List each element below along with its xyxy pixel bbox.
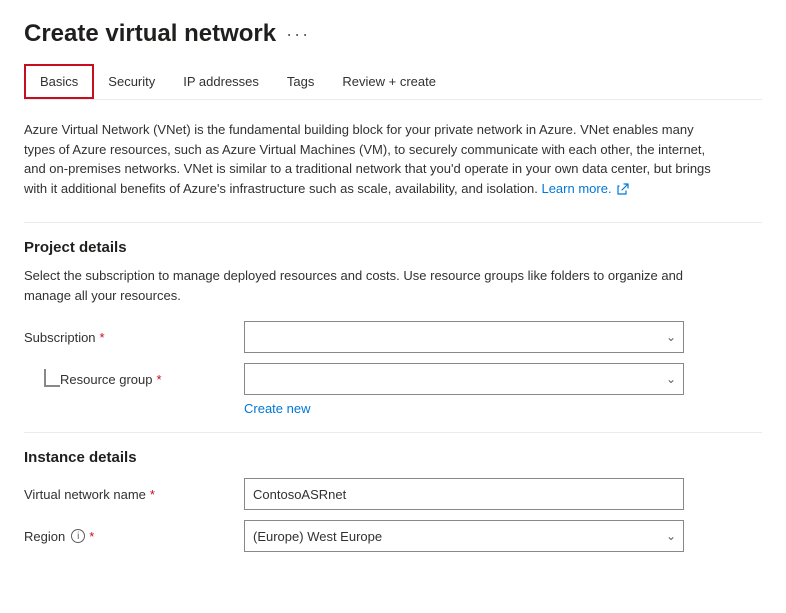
tab-bar: Basics Security IP addresses Tags Review… — [24, 64, 762, 100]
region-label: Region i * — [24, 529, 244, 544]
project-details-title: Project details — [24, 239, 762, 256]
resource-group-control: ⌄ — [244, 363, 684, 395]
create-new-link[interactable]: Create new — [244, 401, 310, 416]
bracket-shape — [44, 369, 60, 387]
vnet-description: Azure Virtual Network (VNet) is the fund… — [24, 120, 724, 198]
region-row: Region i * (Europe) West Europe East US … — [24, 520, 762, 552]
page-header: Create virtual network ··· — [24, 20, 762, 48]
resource-group-select[interactable] — [244, 363, 684, 395]
subscription-control: ⌄ — [244, 321, 684, 353]
resource-group-required: * — [157, 372, 162, 387]
region-select[interactable]: (Europe) West Europe East US West US — [244, 520, 684, 552]
region-control: (Europe) West Europe East US West US ⌄ — [244, 520, 684, 552]
region-info-icon[interactable]: i — [71, 529, 85, 543]
resource-group-label: Resource group * — [60, 372, 244, 387]
learn-more-link[interactable]: Learn more. — [541, 181, 629, 196]
vnet-name-control — [244, 478, 684, 510]
page-title: Create virtual network — [24, 20, 276, 48]
resource-group-row: Resource group * ⌄ — [60, 363, 762, 395]
tab-ip-addresses[interactable]: IP addresses — [169, 66, 273, 97]
divider-2 — [24, 432, 762, 433]
external-link-icon — [617, 183, 629, 195]
tab-security[interactable]: Security — [94, 66, 169, 97]
instance-details-section: Instance details Virtual network name * … — [24, 449, 762, 552]
region-required: * — [89, 529, 94, 544]
tab-tags[interactable]: Tags — [273, 66, 328, 97]
vnet-name-input[interactable] — [244, 478, 684, 510]
indent-bracket — [24, 363, 60, 387]
subscription-label: Subscription * — [24, 330, 244, 345]
vnet-name-row: Virtual network name * — [24, 478, 762, 510]
subscription-select[interactable] — [244, 321, 684, 353]
vnet-name-label: Virtual network name * — [24, 487, 244, 502]
resource-group-wrapper: Resource group * ⌄ — [24, 363, 762, 395]
project-details-description: Select the subscription to manage deploy… — [24, 266, 724, 305]
project-details-section: Project details Select the subscription … — [24, 239, 762, 416]
subscription-required: * — [100, 330, 105, 345]
instance-details-title: Instance details — [24, 449, 762, 466]
vnet-name-required: * — [150, 487, 155, 502]
divider-1 — [24, 222, 762, 223]
tab-basics[interactable]: Basics — [24, 64, 94, 99]
create-new-wrapper: Create new — [24, 401, 762, 416]
subscription-row: Subscription * ⌄ — [24, 321, 762, 353]
more-options-icon[interactable]: ··· — [286, 24, 310, 45]
tab-review-create[interactable]: Review + create — [328, 66, 450, 97]
